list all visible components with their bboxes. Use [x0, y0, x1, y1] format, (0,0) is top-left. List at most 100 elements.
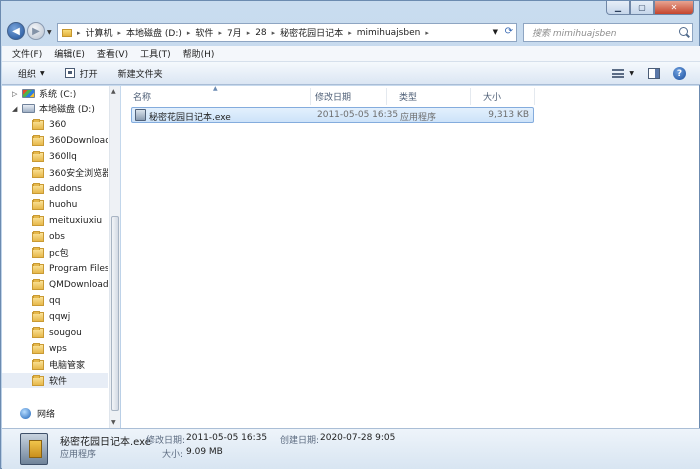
address-dropdown-icon[interactable]: ▼	[493, 28, 498, 36]
breadcrumb-software[interactable]: 软件	[192, 26, 216, 39]
folder-icon	[32, 342, 44, 354]
nav-folder-label: wps	[49, 343, 67, 354]
nav-folder[interactable]: 电脑管家	[2, 357, 108, 372]
breadcrumb-current[interactable]: mimihuajsben	[354, 28, 424, 38]
details-size-label: 大小:	[162, 450, 184, 460]
details-size-value: 9.09 MB	[186, 447, 223, 457]
menu-tools[interactable]: 工具(T)	[140, 47, 171, 60]
folder-icon	[32, 198, 44, 210]
change-view-icon[interactable]	[612, 69, 624, 78]
search-icon[interactable]	[679, 27, 688, 36]
folder-icon	[32, 134, 44, 146]
chevron-right-icon[interactable]: ▸	[346, 29, 354, 37]
nav-drive-c[interactable]: ▷ 系统 (C:)	[2, 86, 108, 101]
nav-folder[interactable]: qqwj	[2, 309, 108, 324]
nav-folder[interactable]: QMDownload	[2, 277, 108, 292]
nav-folder[interactable]: 360	[2, 117, 108, 132]
breadcrumb-secret-garden[interactable]: 秘密花园日记本	[277, 26, 346, 39]
organize-button[interactable]: 组织 ▼	[18, 67, 45, 80]
chevron-right-icon[interactable]: ▸	[185, 29, 193, 37]
breadcrumb-28[interactable]: 28	[252, 28, 269, 38]
column-header-type[interactable]: 类型	[387, 88, 471, 105]
file-size: 9,313 KB	[488, 110, 529, 120]
folder-icon	[32, 150, 44, 162]
folder-icon	[32, 310, 44, 322]
menu-edit[interactable]: 编辑(E)	[54, 47, 85, 60]
drive-icon	[22, 104, 35, 113]
search-placeholder: 搜索 mimihuajsben	[532, 29, 617, 39]
folder-icon	[32, 118, 44, 130]
nav-folder-label: 360安全浏览器	[49, 169, 108, 179]
nav-folder[interactable]: 360Downloads	[2, 133, 108, 148]
chevron-right-icon[interactable]: ▸	[116, 29, 124, 37]
nav-folder[interactable]: addons	[2, 181, 108, 196]
chevron-right-icon[interactable]: ▸	[270, 29, 278, 37]
chevron-right-icon[interactable]: ▸	[423, 29, 431, 37]
file-row[interactable]: 秘密花园日记本.exe 2011-05-05 16:35 应用程序 9,313 …	[131, 107, 534, 123]
close-button[interactable]: ✕	[654, 1, 694, 15]
nav-folder-label: 电脑管家	[49, 361, 86, 371]
breadcrumb-computer[interactable]: 计算机	[83, 26, 116, 39]
preview-pane-icon[interactable]	[648, 68, 660, 79]
nav-folder[interactable]: meituxiuxiu	[2, 213, 108, 228]
scrollbar-thumb[interactable]	[111, 216, 119, 411]
network-icon	[20, 408, 31, 419]
nav-folder[interactable]: Program Files	[2, 261, 108, 276]
expand-arrow-icon[interactable]: ▷	[12, 90, 22, 98]
menu-bar: 文件(F) 编辑(E) 查看(V) 工具(T) 帮助(H)	[2, 46, 700, 62]
nav-folder[interactable]: obs	[2, 229, 108, 244]
back-button[interactable]: ◀	[7, 22, 25, 40]
collapse-arrow-icon[interactable]: ◢	[12, 105, 22, 113]
folder-icon	[32, 166, 44, 178]
details-modified-value: 2011-05-05 16:35	[186, 433, 268, 443]
maximize-button[interactable]: ▢	[630, 1, 654, 15]
chevron-down-icon: ▼	[40, 69, 45, 77]
nav-folder[interactable]: sougou	[2, 325, 108, 340]
nav-folder-label: 软件	[49, 377, 68, 387]
nav-folder[interactable]: huohu	[2, 197, 108, 212]
open-button[interactable]: 打开	[64, 67, 98, 80]
nav-folder[interactable]: wps	[2, 341, 108, 356]
column-modified-label: 修改日期	[315, 93, 352, 103]
nav-folder-label: qq	[49, 295, 61, 306]
back-arrow-icon: ◀	[12, 25, 20, 37]
menu-help[interactable]: 帮助(H)	[183, 47, 215, 60]
forward-button[interactable]: ▶	[27, 22, 45, 40]
window-controls: ▁ ▢ ✕	[606, 1, 694, 15]
chevron-right-icon[interactable]: ▸	[216, 29, 224, 37]
chevron-right-icon[interactable]: ▸	[245, 29, 253, 37]
refresh-icon[interactable]: ⟳	[505, 26, 513, 37]
nav-drive-d[interactable]: ◢ 本地磁盘 (D:)	[2, 101, 108, 116]
column-size-label: 大小	[483, 93, 502, 103]
nav-folder-selected[interactable]: 软件	[2, 373, 108, 388]
nav-folder[interactable]: 360llq	[2, 149, 108, 164]
help-icon[interactable]: ?	[673, 67, 686, 80]
nav-folder[interactable]: pc包	[2, 245, 108, 260]
chevron-down-icon[interactable]: ▼	[629, 70, 634, 77]
recent-pages-dropdown[interactable]: ▼	[47, 29, 52, 36]
nav-scrollbar[interactable]: ▲ ▼	[109, 86, 120, 428]
breadcrumb-drive-d[interactable]: 本地磁盘 (D:)	[123, 26, 185, 39]
organize-label: 组织	[18, 69, 37, 80]
breadcrumb-july[interactable]: 7月	[224, 26, 245, 39]
scroll-down-icon[interactable]: ▼	[111, 419, 116, 426]
folder-icon	[62, 28, 72, 37]
details-pane: 秘密花园日记本.exe 修改日期: 2011-05-05 16:35 创建日期:…	[2, 428, 700, 469]
search-input[interactable]: 搜索 mimihuajsben	[523, 23, 693, 42]
nav-network[interactable]: 网络	[2, 406, 108, 421]
column-header-name[interactable]: 名称 ▲	[121, 85, 311, 105]
address-bar[interactable]: ▸ 计算机 ▸ 本地磁盘 (D:) ▸ 软件 ▸ 7月 ▸ 28 ▸ 秘密花园日…	[57, 23, 517, 42]
minimize-button[interactable]: ▁	[606, 1, 630, 15]
menu-file[interactable]: 文件(F)	[12, 47, 42, 60]
column-type-label: 类型	[399, 93, 418, 103]
nav-folder-label: QMDownload	[49, 279, 108, 290]
application-icon	[20, 433, 48, 465]
new-folder-button[interactable]: 新建文件夹	[118, 67, 163, 80]
column-header-size[interactable]: 大小	[471, 88, 535, 105]
column-header-modified[interactable]: 修改日期	[303, 88, 387, 105]
nav-folder[interactable]: 360安全浏览器	[2, 165, 108, 180]
menu-view[interactable]: 查看(V)	[97, 47, 128, 60]
nav-folder[interactable]: qq	[2, 293, 108, 308]
folder-icon	[32, 374, 44, 386]
scroll-up-icon[interactable]: ▲	[111, 88, 116, 95]
